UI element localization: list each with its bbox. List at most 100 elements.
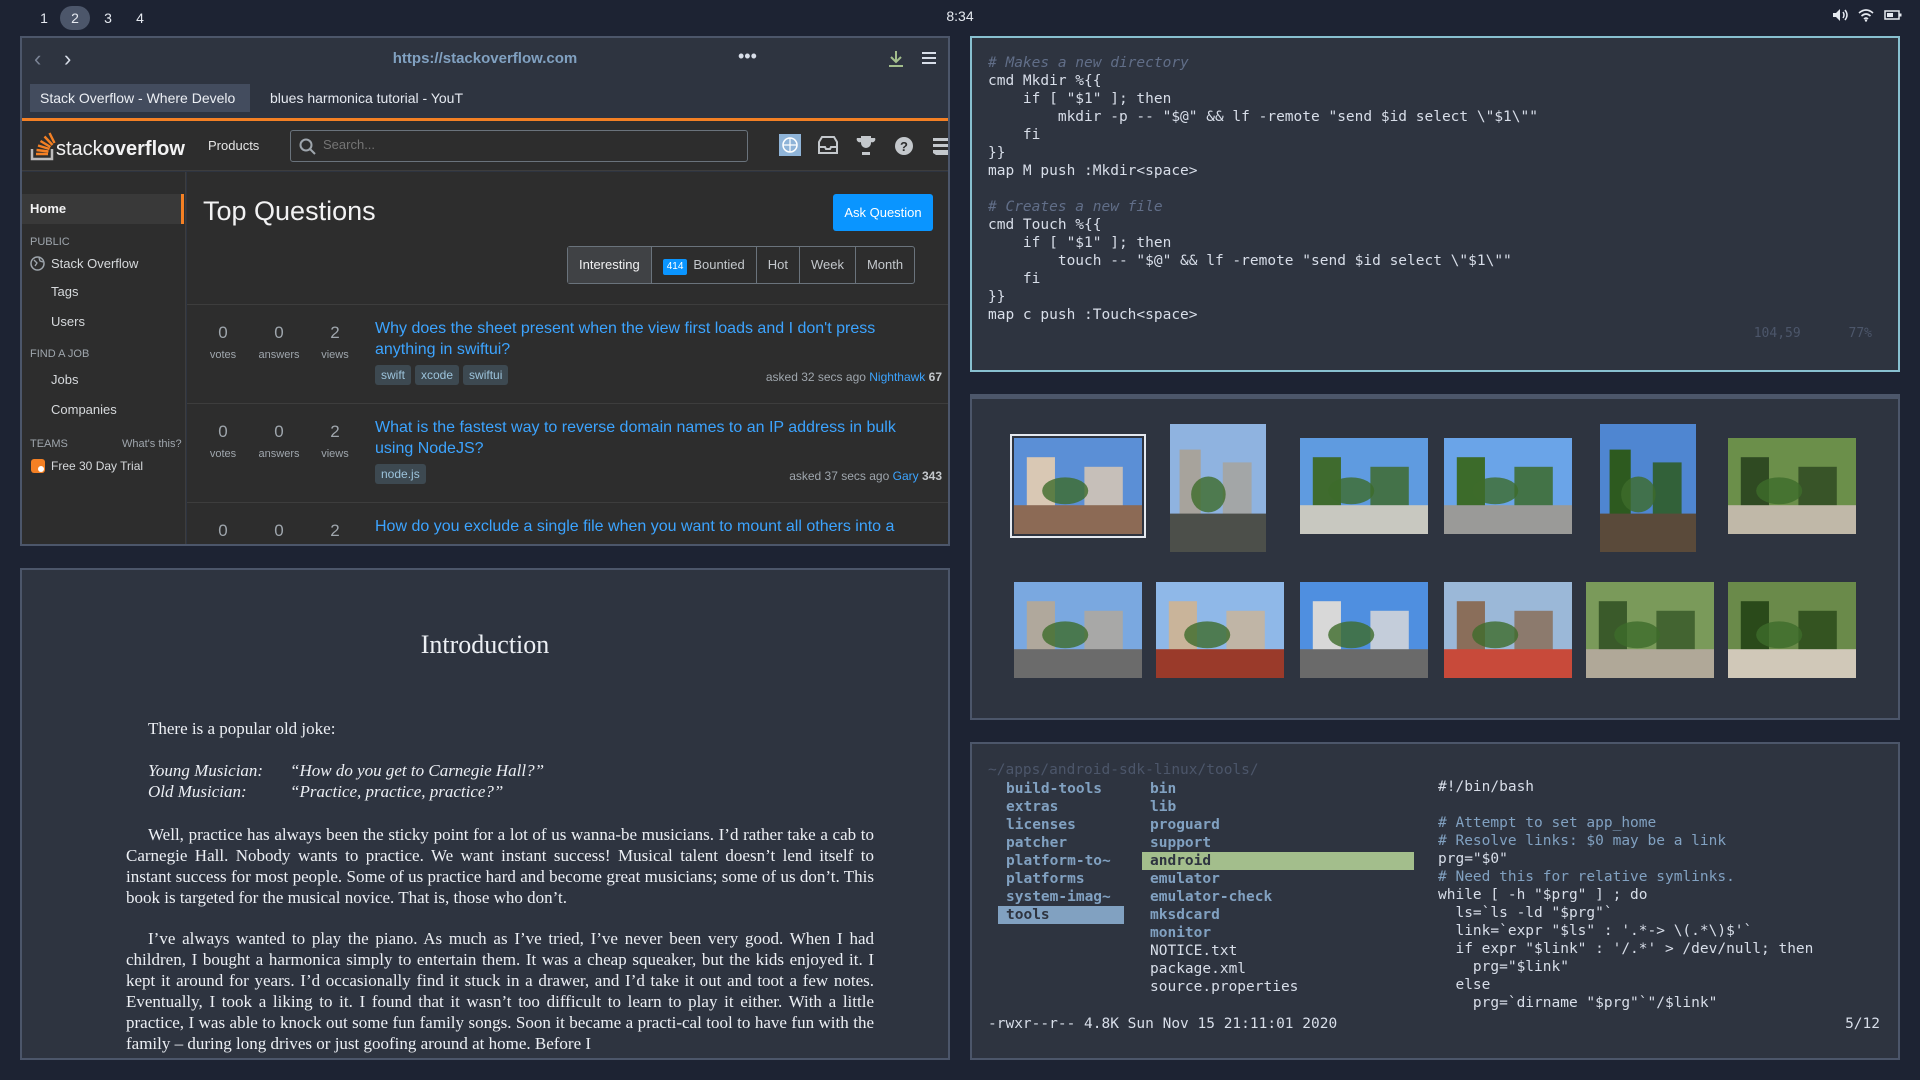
view-count: 2 views — [307, 323, 363, 361]
tag-xcode[interactable]: xcode — [415, 365, 460, 385]
stackoverflow-logo[interactable]: stack overflow — [30, 131, 185, 161]
image-thumbnail[interactable] — [1444, 582, 1572, 678]
user-link[interactable]: Nighthawk — [869, 370, 925, 384]
parent-dir-entry[interactable]: platform-to~ — [998, 852, 1124, 870]
tag-swiftui[interactable]: swiftui — [463, 365, 509, 385]
whats-this-link[interactable]: What's this? — [122, 438, 182, 450]
parent-dir-entry[interactable]: system-imag~ — [998, 888, 1124, 906]
dir-entry[interactable]: bin — [1142, 780, 1414, 798]
current-directory-list: bin lib proguard support android emulator emul… — [1142, 780, 1414, 996]
file-entry[interactable]: package.xml — [1142, 960, 1414, 978]
answer-number: 0 — [274, 521, 284, 540]
so-search[interactable] — [290, 130, 748, 162]
preview-line: link=`expr "$ls" : '.*-> \(.*\)$'` — [1438, 923, 1753, 939]
filter-interesting[interactable]: Interesting — [568, 247, 652, 283]
preview-line: prg="$link" — [1438, 959, 1569, 975]
sidebar-item-home[interactable]: Home — [22, 194, 184, 224]
download-icon[interactable] — [888, 50, 904, 68]
question-row: 0 votes 0 answers 2 views What is the faste… — [187, 403, 948, 501]
url-bar[interactable]: https://stackoverflow.com — [22, 50, 948, 67]
paragraph: I’ve always wanted to play the piano. As… — [126, 929, 874, 1053]
sidebar-section-teams: TEAMS — [30, 438, 68, 450]
filter-month[interactable]: Month — [856, 247, 914, 283]
image-thumbnail[interactable] — [1728, 582, 1856, 678]
editor-buffer[interactable]: # Makes a new directory cmd Mkdir %{{ if… — [988, 54, 1538, 324]
parent-dir-entry[interactable]: patcher — [998, 834, 1124, 852]
page-title: Top Questions — [203, 196, 376, 226]
dir-entry[interactable]: proguard — [1142, 816, 1414, 834]
dir-entry[interactable]: emulator — [1142, 870, 1414, 888]
text-editor-window[interactable]: # Makes a new directory cmd Mkdir %{{ if… — [970, 36, 1900, 372]
answer-label: answers — [258, 448, 300, 460]
achievements-icon[interactable] — [854, 134, 878, 158]
dir-entry[interactable]: emulator-check — [1142, 888, 1414, 906]
question-filters: Interesting 414 Bountied Hot Week Month — [567, 246, 916, 284]
parent-dir-entry[interactable]: platforms — [998, 870, 1124, 888]
image-thumbnail[interactable] — [1010, 434, 1146, 538]
dir-entry[interactable]: android — [1142, 852, 1414, 870]
menu-icon[interactable] — [922, 51, 936, 65]
image-thumbnail[interactable] — [1300, 582, 1428, 678]
filter-week[interactable]: Week — [800, 247, 856, 283]
dialog-text: “How do you get to Carnegie Hall?” — [290, 761, 545, 780]
dir-entry[interactable]: monitor — [1142, 924, 1414, 942]
sidebar-item-users[interactable]: Users — [51, 314, 85, 329]
vote-number: 0 — [218, 521, 228, 540]
code-line: mkdir -p -- "$@" && lf -remote "send $id… — [988, 109, 1538, 125]
search-input[interactable] — [323, 137, 723, 152]
preview-line: while [ -h "$prg" ] ; do — [1438, 887, 1648, 903]
view-number: 2 — [330, 521, 340, 540]
question-title-link[interactable]: What is the fastest way to reverse domai… — [375, 417, 915, 459]
free-trial-link[interactable]: Free 30 Day Trial — [51, 459, 143, 473]
image-thumbnail[interactable] — [1156, 582, 1284, 678]
site-switcher-icon[interactable] — [930, 134, 950, 158]
code-line: }} — [988, 145, 1006, 161]
question-title-link[interactable]: Why does the sheet present when the view… — [375, 318, 915, 360]
products-link[interactable]: Products — [208, 138, 259, 153]
help-icon[interactable]: ? — [892, 134, 916, 158]
inbox-icon[interactable] — [816, 134, 840, 158]
parent-dir-entry[interactable]: tools — [998, 906, 1124, 924]
image-thumbnail[interactable] — [1600, 424, 1696, 552]
pdf-page[interactable]: Introduction There is a popular old joke… — [22, 570, 948, 1058]
asked-time: asked 32 secs ago — [765, 370, 866, 384]
battery-icon[interactable] — [1884, 9, 1902, 21]
tag-swift[interactable]: swift — [375, 365, 411, 385]
file-entry[interactable]: NOTICE.txt — [1142, 942, 1414, 960]
sidebar-item-stackoverflow[interactable]: Stack Overflow — [51, 256, 138, 271]
image-thumbnail[interactable] — [1728, 438, 1856, 534]
filter-bountied[interactable]: 414 Bountied — [652, 247, 757, 283]
user-link[interactable]: Gary — [893, 469, 919, 483]
sidebar-item-jobs[interactable]: Jobs — [51, 372, 78, 387]
image-thumbnail[interactable] — [1586, 582, 1714, 678]
vote-label: votes — [209, 448, 237, 460]
sidebar-item-tags[interactable]: Tags — [51, 284, 78, 299]
file-entry[interactable]: source.properties — [1142, 978, 1414, 996]
volume-icon[interactable] — [1832, 8, 1848, 22]
tag-nodejs[interactable]: node.js — [375, 464, 426, 484]
parent-dir-entry[interactable]: licenses — [998, 816, 1124, 834]
code-line: cmd Mkdir %{{ — [988, 73, 1102, 89]
ask-question-button[interactable]: Ask Question — [833, 194, 933, 231]
tab-stackoverflow[interactable]: Stack Overflow - Where Develo — [30, 84, 250, 112]
preview-line: prg="$0" — [1438, 851, 1508, 867]
dir-entry[interactable]: support — [1142, 834, 1414, 852]
parent-dir-entry[interactable]: extras — [998, 798, 1124, 816]
sidebar-item-companies[interactable]: Companies — [51, 402, 117, 417]
filter-hot[interactable]: Hot — [757, 247, 800, 283]
dir-entry[interactable]: lib — [1142, 798, 1414, 816]
image-thumbnail[interactable] — [1444, 438, 1572, 534]
file-preview: #!/bin/bash # Attempt to set app_home # … — [1438, 778, 1813, 1012]
dir-entry[interactable]: mksdcard — [1142, 906, 1414, 924]
tab-youtube[interactable]: blues harmonica tutorial - YouT — [260, 84, 470, 112]
parent-dir-entry[interactable]: build-tools — [998, 780, 1124, 798]
chapter-title: Introduction — [420, 630, 550, 659]
wifi-icon[interactable] — [1858, 8, 1874, 22]
image-thumbnail[interactable] — [1300, 438, 1428, 534]
question-title-link[interactable]: How do you exclude a single file when yo… — [375, 516, 915, 537]
file-manager-window: ~/apps/android-sdk-linux/tools/ build-to… — [970, 742, 1900, 1060]
image-thumbnail[interactable] — [1014, 582, 1142, 678]
more-options-icon[interactable]: ••• — [738, 46, 757, 67]
image-thumbnail[interactable] — [1170, 424, 1266, 552]
avatar-icon[interactable] — [778, 133, 802, 157]
